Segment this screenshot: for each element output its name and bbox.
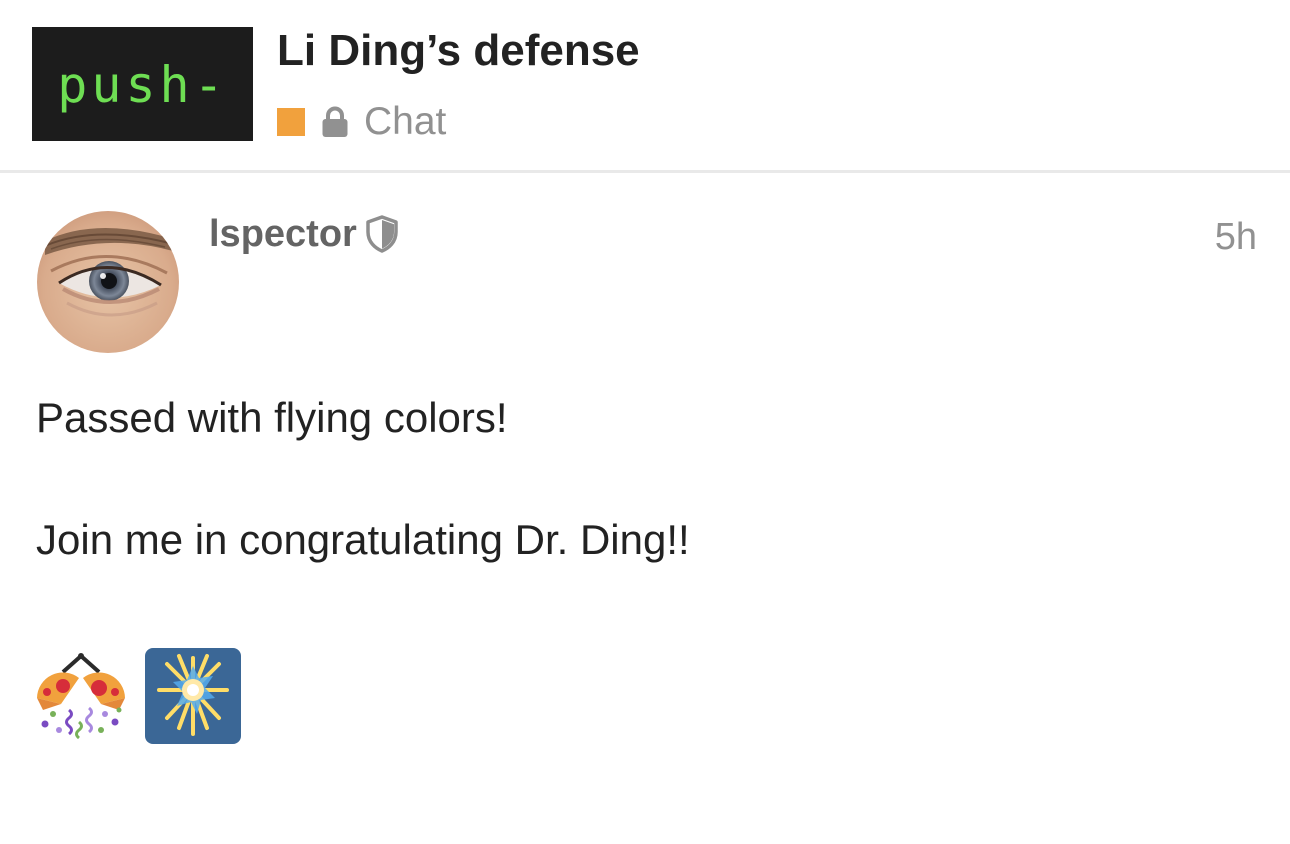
avatar-eye-image (37, 211, 179, 353)
site-logo[interactable]: push- (32, 27, 253, 141)
avatar[interactable] (37, 211, 179, 353)
post-author: lspector (209, 210, 399, 258)
category-badge[interactable]: Chat (277, 100, 446, 144)
post-paragraph: Join me in congratulating Dr. Ding!! (36, 516, 690, 563)
shield-icon (366, 215, 398, 253)
category-color-swatch (277, 108, 305, 136)
lock-icon (322, 106, 348, 137)
category-name: Chat (364, 100, 447, 143)
sparkler-emoji (145, 648, 241, 744)
topic-header: push- Li Ding’s defense Chat (0, 0, 1290, 173)
post-emojis (33, 647, 257, 745)
post-timestamp[interactable]: 5h (1215, 216, 1257, 259)
post-body: Passed with flying colors! Join me in co… (36, 392, 1256, 566)
post-paragraph: Passed with flying colors! (36, 394, 508, 441)
username[interactable]: lspector (209, 213, 357, 256)
confetti-ball-emoji (37, 653, 125, 740)
site-logo-text: push- (57, 56, 228, 114)
topic-title[interactable]: Li Ding’s defense (277, 26, 640, 76)
